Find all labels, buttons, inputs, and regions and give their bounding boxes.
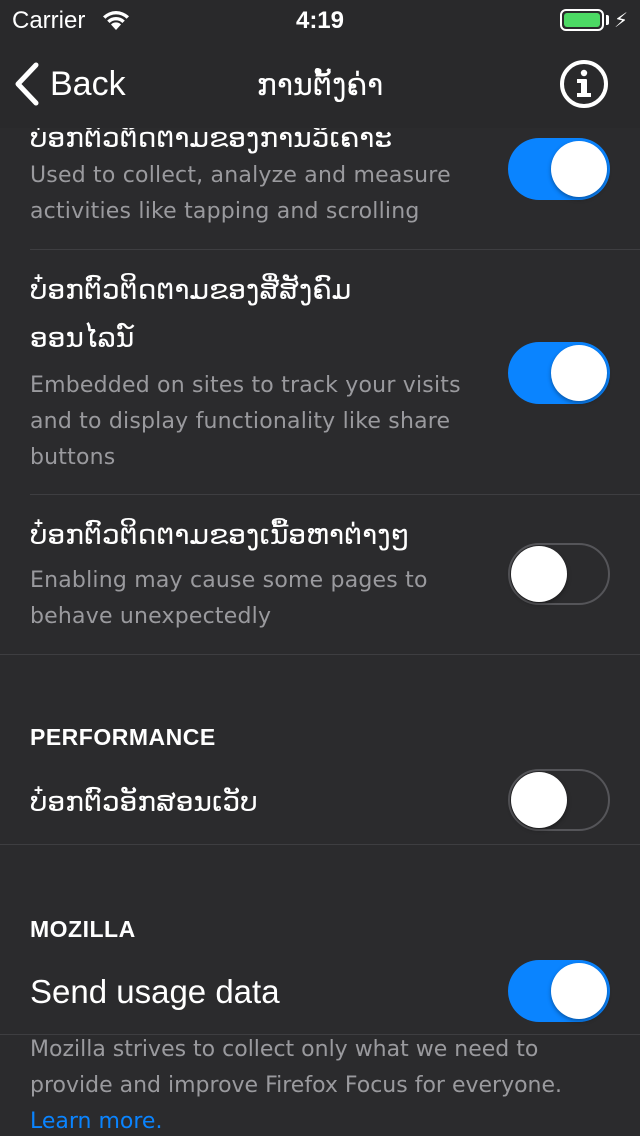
send-usage-label: Send usage data bbox=[30, 973, 280, 1010]
mozilla-footer-text: Mozilla strives to collect only what we … bbox=[30, 1032, 620, 1136]
toggle-knob bbox=[551, 141, 607, 197]
row-subtitle: Used to collect, analyze and measure act… bbox=[30, 163, 451, 224]
social-tracker-row: ບ໋ອກຕົວຕິດຕາມຂອງສື່ສັງຄົມ ອອນໄລນ໌ Embedd… bbox=[0, 250, 640, 494]
divider bbox=[0, 654, 640, 655]
web-fonts-row: ບ໋ອກຕົວອັກສອນເວັບ bbox=[0, 764, 640, 844]
learn-more-link[interactable]: Learn more. bbox=[30, 1104, 620, 1136]
clock: 4:19 bbox=[295, 7, 345, 34]
send-usage-row: Send usage data bbox=[0, 954, 640, 1034]
navigation-bar: Back ການຕັ້ງຄ່າ bbox=[0, 40, 640, 128]
battery-fill bbox=[564, 13, 600, 27]
row-title: ບ໋ອກຕົວອັກສອນເວັບ bbox=[30, 785, 258, 818]
battery-cap bbox=[606, 15, 609, 25]
row-subtitle: Enabling may cause some pages to behave … bbox=[30, 568, 428, 629]
content-tracker-toggle[interactable] bbox=[508, 543, 610, 605]
divider bbox=[0, 844, 640, 845]
social-tracker-toggle[interactable] bbox=[508, 342, 610, 404]
info-icon bbox=[560, 60, 608, 108]
row-title: ບ໋ອກຕົວຕິດຕາມຂອງເນື້ອຫາຕ່າງໆ bbox=[30, 518, 410, 551]
row-title: ບ໋ອກຕົວຕິດຕາມຂອງການວິເຄາະ bbox=[30, 128, 393, 154]
row-title: ບ໋ອກຕົວຕິດຕາມຂອງສື່ສັງຄົມ ອອນໄລນ໌ bbox=[30, 273, 352, 354]
info-button[interactable] bbox=[558, 58, 610, 114]
content-tracker-row: ບ໋ອກຕົວຕິດຕາມຂອງເນື້ອຫາຕ່າງໆ Enabling ma… bbox=[0, 495, 640, 653]
mozilla-section-header: MOZILLA bbox=[30, 916, 136, 942]
settings-list[interactable]: ບ໋ອກຕົວຕິດຕາມຂອງການວິເຄາະ Used to collec… bbox=[0, 128, 640, 1136]
toggle-knob bbox=[511, 546, 567, 602]
analytics-tracker-toggle[interactable] bbox=[508, 138, 610, 200]
charging-bolt-icon: ⚡ bbox=[614, 8, 629, 32]
toggle-knob bbox=[551, 963, 607, 1019]
analytics-tracker-row: ບ໋ອກຕົວຕິດຕາມຂອງການວິເຄາະ Used to collec… bbox=[0, 128, 640, 250]
page-title: ການຕັ້ງຄ່າ bbox=[256, 68, 384, 103]
battery-icon bbox=[560, 9, 604, 31]
send-usage-toggle[interactable] bbox=[508, 960, 610, 1022]
status-bar: Carrier 4:19 ⚡ bbox=[0, 0, 640, 40]
toggle-knob bbox=[511, 772, 567, 828]
web-fonts-toggle[interactable] bbox=[508, 769, 610, 831]
toggle-knob bbox=[551, 345, 607, 401]
performance-section-header: PERFORMANCE bbox=[30, 724, 216, 750]
row-subtitle: Embedded on sites to track your visits a… bbox=[30, 373, 461, 470]
